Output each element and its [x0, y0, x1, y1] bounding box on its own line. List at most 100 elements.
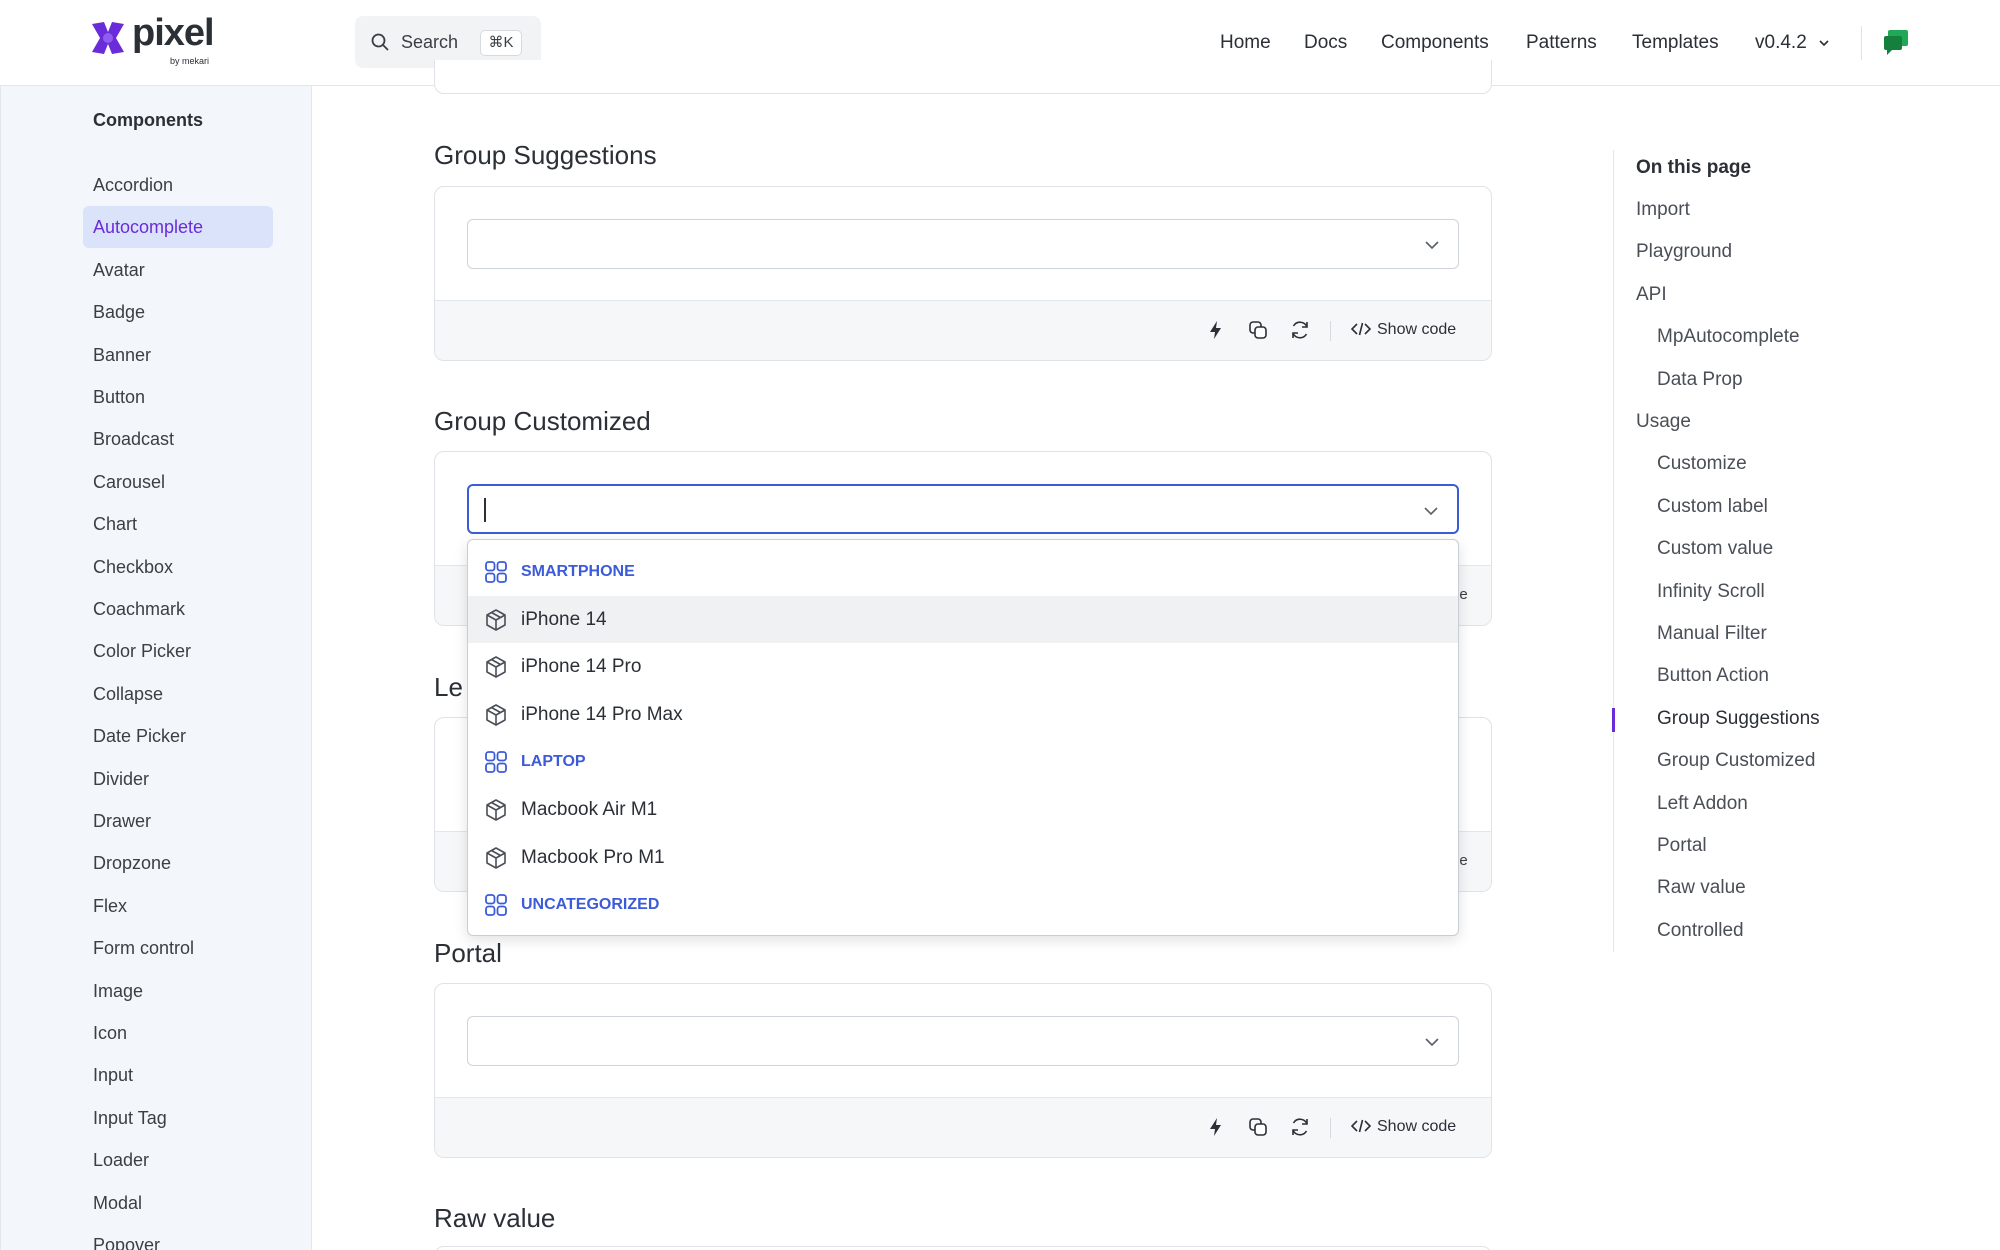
option-macbook-air-m1[interactable]: Macbook Air M1	[468, 786, 1458, 833]
option-label: iPhone 14 Pro Max	[521, 703, 683, 725]
option-iphone-14-pro-max[interactable]: iPhone 14 Pro Max	[468, 691, 1458, 738]
toc-item-infinity-scroll[interactable]: Infinity Scroll	[1657, 581, 1765, 603]
toc-item-controlled[interactable]: Controlled	[1657, 920, 1744, 942]
version-label: v0.4.2	[1755, 32, 1807, 53]
box-icon	[484, 703, 508, 727]
sidebar-item-dropzone[interactable]: Dropzone	[83, 842, 273, 884]
nav-divider	[1861, 26, 1862, 60]
section-title-group-suggestions: Group Suggestions	[434, 140, 657, 170]
box-icon	[484, 846, 508, 870]
sidebar-item-autocomplete[interactable]: Autocomplete	[83, 206, 273, 249]
show-code-label: Show code	[1377, 321, 1457, 338]
group-grid-icon	[484, 750, 508, 774]
box-icon	[484, 798, 508, 822]
group-header-uncategorized: UNCATEGORIZED	[468, 881, 1458, 928]
sidebar-item-modal[interactable]: Modal	[83, 1182, 273, 1224]
sidebar-item-image[interactable]: Image	[83, 970, 273, 1012]
option-macbook-pro-m1[interactable]: Macbook Pro M1	[468, 834, 1458, 881]
toc-item-button-action[interactable]: Button Action	[1657, 665, 1769, 687]
show-code-button[interactable]: Show code	[1350, 1116, 1457, 1138]
toc-item-api[interactable]: API	[1636, 284, 1667, 306]
sidebar-item-button[interactable]: Button	[83, 376, 273, 418]
chevron-down-icon[interactable]	[1424, 1034, 1440, 1050]
toc-item-portal[interactable]: Portal	[1657, 835, 1707, 857]
sidebar-item-icon[interactable]: Icon	[83, 1012, 273, 1054]
sidebar-item-input-tag[interactable]: Input Tag	[83, 1097, 273, 1139]
lightning-icon[interactable]	[1205, 319, 1227, 341]
toc-item-usage[interactable]: Usage	[1636, 411, 1691, 433]
search-icon	[371, 33, 389, 51]
chat-icon[interactable]	[1882, 28, 1910, 56]
show-code-button[interactable]: Show code	[1350, 319, 1457, 341]
portal-card: Show code	[434, 983, 1492, 1158]
option-iphone-14-pro[interactable]: iPhone 14 Pro	[468, 643, 1458, 690]
section-title-portal: Portal	[434, 938, 502, 968]
sidebar-item-carousel[interactable]: Carousel	[83, 461, 273, 503]
sidebar-item-input[interactable]: Input	[83, 1054, 273, 1096]
chevron-down-icon[interactable]	[1424, 237, 1440, 253]
show-code-label: Show code	[1377, 1118, 1457, 1135]
option-label: Macbook Pro M1	[521, 846, 665, 868]
box-icon	[484, 655, 508, 679]
option-iphone-14[interactable]: iPhone 14	[468, 595, 1458, 643]
sidebar-item-checkbox[interactable]: Checkbox	[83, 546, 273, 588]
option-label: iPhone 14 Pro	[521, 656, 642, 678]
card-toolbar: Show code	[435, 300, 1491, 360]
components-sidebar: Components Accordion Autocomplete Avatar Ba…	[0, 86, 312, 1250]
group-header-smartphone: SMARTPHONE	[468, 548, 1458, 595]
group-customized-autocomplete-input[interactable]	[467, 484, 1459, 534]
sidebar-title: Components	[93, 110, 203, 130]
group-grid-icon	[484, 560, 508, 584]
lightning-icon[interactable]	[1205, 1116, 1227, 1138]
nav-patterns[interactable]: Patterns	[1526, 0, 1597, 86]
sidebar-item-accordion[interactable]: Accordion	[83, 164, 273, 206]
sidebar-item-drawer[interactable]: Drawer	[83, 800, 273, 842]
chevron-down-icon[interactable]	[1423, 503, 1439, 519]
sidebar-item-popover[interactable]: Popover	[83, 1224, 273, 1250]
portal-autocomplete-input[interactable]	[467, 1016, 1459, 1066]
toc-item-playground[interactable]: Playground	[1636, 241, 1732, 263]
sidebar-item-banner[interactable]: Banner	[83, 334, 273, 376]
sidebar-item-loader[interactable]: Loader	[83, 1139, 273, 1181]
toc-item-customize[interactable]: Customize	[1657, 453, 1747, 475]
nav-templates[interactable]: Templates	[1632, 0, 1719, 86]
toc-item-data-prop[interactable]: Data Prop	[1657, 369, 1743, 391]
sidebar-item-collapse[interactable]: Collapse	[83, 673, 273, 715]
logo-wordmark: pixel	[132, 12, 215, 54]
version-selector[interactable]: v0.4.2	[1755, 0, 1830, 86]
search-label: Search	[401, 32, 459, 52]
sidebar-item-form-control[interactable]: Form control	[83, 927, 273, 969]
sidebar-item-broadcast[interactable]: Broadcast	[83, 418, 273, 460]
copy-icon[interactable]	[1247, 319, 1269, 341]
toc-item-mpautocomplete[interactable]: MpAutocomplete	[1657, 326, 1800, 348]
toc-item-group-suggestions[interactable]: Group Suggestions	[1657, 708, 1820, 730]
autocomplete-dropdown-menu: SMARTPHONE iPhone 14 iPhone 14 Pro iPhone 1…	[467, 539, 1459, 936]
copy-icon[interactable]	[1247, 1116, 1269, 1138]
sidebar-item-divider[interactable]: Divider	[83, 758, 273, 800]
toc-item-import[interactable]: Import	[1636, 199, 1690, 221]
section-title-raw-value: Raw value	[434, 1203, 556, 1233]
refresh-icon[interactable]	[1289, 319, 1311, 341]
sidebar-item-date-picker[interactable]: Date Picker	[83, 715, 273, 757]
toc-item-group-customized[interactable]: Group Customized	[1657, 750, 1815, 772]
group-header-laptop: LAPTOP	[468, 738, 1458, 785]
group-label: SMARTPHONE	[521, 563, 635, 580]
option-label: Macbook Air M1	[521, 799, 658, 820]
toc-item-custom-value[interactable]: Custom value	[1657, 538, 1773, 560]
sidebar-item-coachmark[interactable]: Coachmark	[83, 588, 273, 630]
sidebar-item-color-picker[interactable]: Color Picker	[83, 630, 273, 672]
group-suggestions-card: Show code	[434, 186, 1492, 361]
sidebar-item-flex[interactable]: Flex	[83, 885, 273, 927]
toc-item-raw-value[interactable]: Raw value	[1657, 877, 1746, 899]
refresh-icon[interactable]	[1289, 1116, 1311, 1138]
pixel-logo[interactable]: pixel by mekari	[88, 12, 228, 68]
group-suggestions-autocomplete-input[interactable]	[467, 219, 1459, 269]
toc-item-custom-label[interactable]: Custom label	[1657, 496, 1768, 518]
sidebar-item-chart[interactable]: Chart	[83, 503, 273, 545]
sidebar-item-avatar[interactable]: Avatar	[83, 249, 273, 291]
toc-title: On this page	[1636, 157, 1752, 178]
sidebar-item-badge[interactable]: Badge	[83, 291, 273, 333]
chevron-down-icon	[1819, 40, 1829, 47]
toc-item-manual-filter[interactable]: Manual Filter	[1657, 623, 1767, 645]
toc-item-left-addon[interactable]: Left Addon	[1657, 793, 1748, 815]
